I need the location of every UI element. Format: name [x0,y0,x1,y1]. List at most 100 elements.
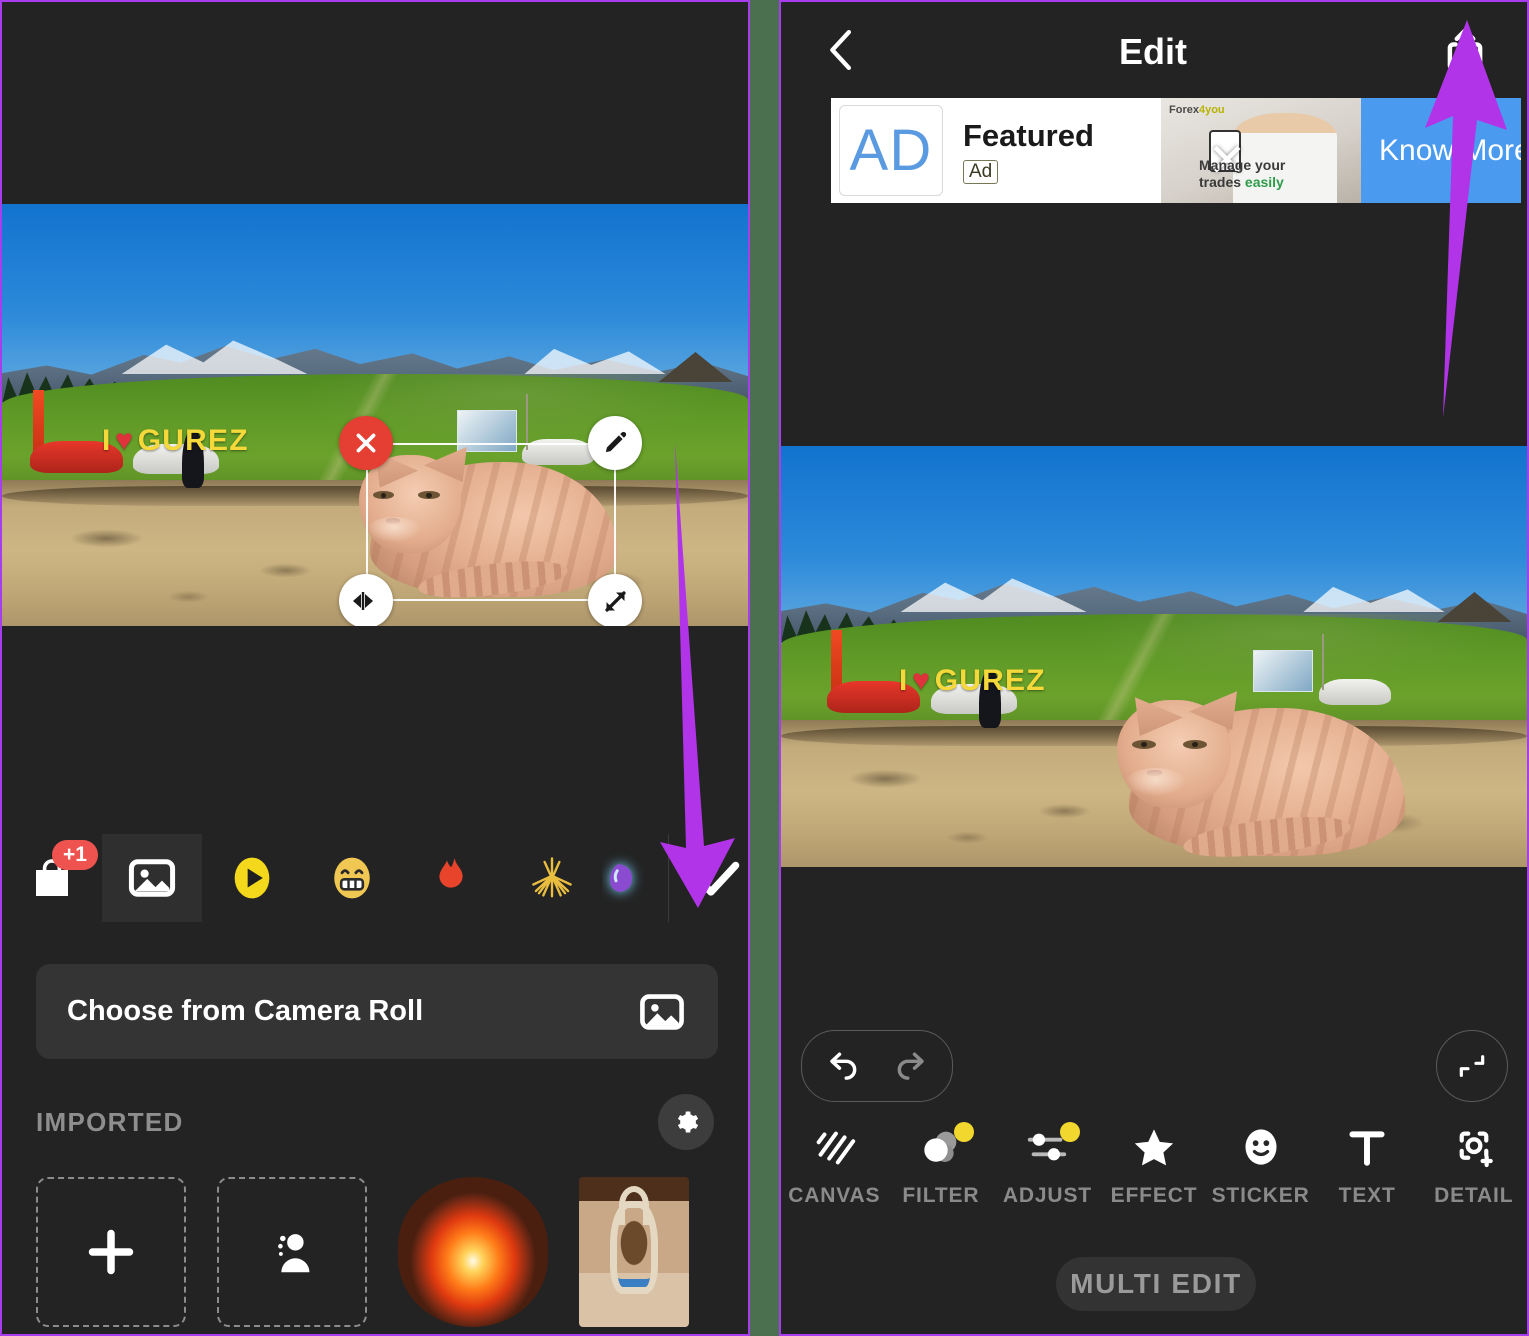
left-phone-screen: I ♥ GUREZ +1 Choose from Camera Roll IMP… [0,0,750,1336]
imported-section-header: IMPORTED [2,1094,748,1150]
tab-sticker[interactable]: STICKER [1207,1124,1314,1208]
ad-brand-line: Forex4you [1169,104,1225,116]
basket-body [609,1201,659,1294]
play-gif-icon [234,857,270,899]
multi-edit-label: MULTI EDIT [1070,1268,1242,1299]
tool-label-effect: EFFECT [1110,1184,1198,1207]
sticker-category-tabbar: +1 [2,834,748,922]
basket-photo-thumbnail[interactable] [579,1177,689,1327]
ad-title: Featured [963,117,1094,153]
tab-canvas[interactable]: CANVAS [781,1124,888,1208]
canvas-stripes-icon [816,1131,856,1165]
close-icon [356,433,376,453]
grin-emoji-icon [334,857,370,899]
flip-horizontal-icon [353,592,373,610]
sidebar-item-neon[interactable] [602,834,668,922]
fit-to-screen-button[interactable] [1436,1030,1508,1102]
cat-sticker[interactable] [1111,664,1411,865]
tool-label-sticker: STICKER [1211,1184,1310,1207]
tab-effect[interactable]: EFFECT [1101,1124,1208,1208]
gear-icon [677,1111,699,1133]
sticker-selection-frame [366,443,616,601]
photo-image-icon [128,859,176,897]
add-sticker-tile[interactable] [36,1177,186,1327]
gurez-sign-word: GUREZ [934,664,1046,697]
imported-thumbnails [36,1177,689,1327]
redo-arrow-icon [897,1052,924,1080]
multi-edit-button[interactable]: MULTI EDIT [1056,1257,1256,1311]
ad-know-more-button[interactable]: Know More [1361,98,1521,203]
tab-filter[interactable]: FILTER [888,1122,995,1208]
ad-media-thumbnail: Forex4you ✕ Manage your trades easily [1161,98,1361,203]
cat-eye-right [1183,740,1207,749]
sidebar-item-photo[interactable] [102,834,202,922]
detail-focus-icon [1459,1131,1493,1168]
edit-handle[interactable] [588,416,642,470]
left-canvas-photo[interactable]: I ♥ GUREZ [2,204,748,626]
tool-label-canvas: CANVAS [788,1184,881,1207]
sidebar-item-gif[interactable] [202,834,302,922]
confirm-checkmark-button[interactable] [669,834,748,922]
comparison-screenshot: I ♥ GUREZ +1 Choose from Camera Roll IMP… [0,0,1529,1336]
resize-handle[interactable] [588,574,642,626]
tool-label-detail: DETAIL [1434,1184,1514,1207]
person-cutout-icon [278,1234,310,1273]
gurez-sign-heart: ♥ [115,424,135,457]
smiley-icon [1245,1129,1277,1165]
undo-button[interactable] [826,1046,862,1087]
redo-button[interactable] [892,1046,928,1087]
tool-label-filter: FILTER [902,1184,980,1207]
ad-logo-text: AD [849,118,933,183]
sidebar-item-flame[interactable] [402,834,502,922]
plus-icon [88,1229,134,1275]
ad-text-block: Featured Ad [943,98,1161,203]
right-canvas-photo[interactable]: I ♥ GUREZ [781,446,1527,867]
advertisement-banner[interactable]: AD Featured Ad Forex4you ✕ Manage your t… [831,98,1521,203]
neon-sticker-icon [610,864,632,892]
ad-brand: Forex [1169,104,1199,116]
cat-eye-left [1132,740,1156,749]
collapse-fit-icon [1459,1055,1485,1077]
page-title: Edit [1119,31,1187,72]
edit-topbar: Edit [781,2,1527,102]
tool-label-adjust: ADJUST [1002,1184,1092,1207]
share-button[interactable] [1433,19,1497,86]
imported-settings-button[interactable] [658,1094,714,1150]
gurez-sign-i: I [899,664,909,697]
filter-notification-dot [953,1122,974,1142]
ad-caption-line2: trades [1199,174,1245,191]
camera-roll-label: Choose from Camera Roll [67,995,424,1027]
sidebar-item-emoji[interactable] [302,834,402,922]
tab-detail[interactable]: DETAIL [1420,1124,1527,1208]
panel-divider [750,0,779,1336]
gurez-sign: I ♥ GUREZ [102,424,249,458]
resize-diagonal-icon [604,590,626,612]
flip-handle[interactable] [339,574,393,626]
cutout-tile[interactable] [217,1177,367,1327]
editor-toolbar: CANVAS FILTER ADJUST EFFECT STICKER TEXT… [781,1122,1527,1208]
delete-handle[interactable] [339,416,393,470]
gurez-sign-heart: ♥ [912,664,932,697]
choose-from-camera-roll-button[interactable]: Choose from Camera Roll [36,964,718,1059]
sidebar-item-store[interactable]: +1 [2,834,102,922]
tab-adjust[interactable]: ADJUST [994,1122,1101,1208]
glow-sticker-thumbnail[interactable] [398,1177,548,1327]
firework-icon [532,857,572,898]
checkmark-icon [695,861,740,896]
ad-caption: Manage your trades easily [1199,157,1355,191]
chevron-left-icon [830,29,852,70]
text-t-icon [1349,1131,1385,1166]
gurez-sign-i: I [102,424,112,457]
back-button[interactable] [811,20,873,85]
gurez-sign: I ♥ GUREZ [899,664,1046,698]
ad-cta-label: Know More [1379,133,1521,167]
photo-image-icon [640,993,684,1030]
ad-brand-accent: 4you [1198,104,1225,116]
ad-badge: Ad [963,159,999,184]
undo-arrow-icon [830,1052,857,1080]
pencil-icon [605,431,627,453]
ad-logo: AD [839,105,943,196]
sidebar-item-sparkle[interactable] [502,834,602,922]
adjust-notification-dot [1060,1122,1081,1142]
tab-text[interactable]: TEXT [1314,1124,1421,1208]
